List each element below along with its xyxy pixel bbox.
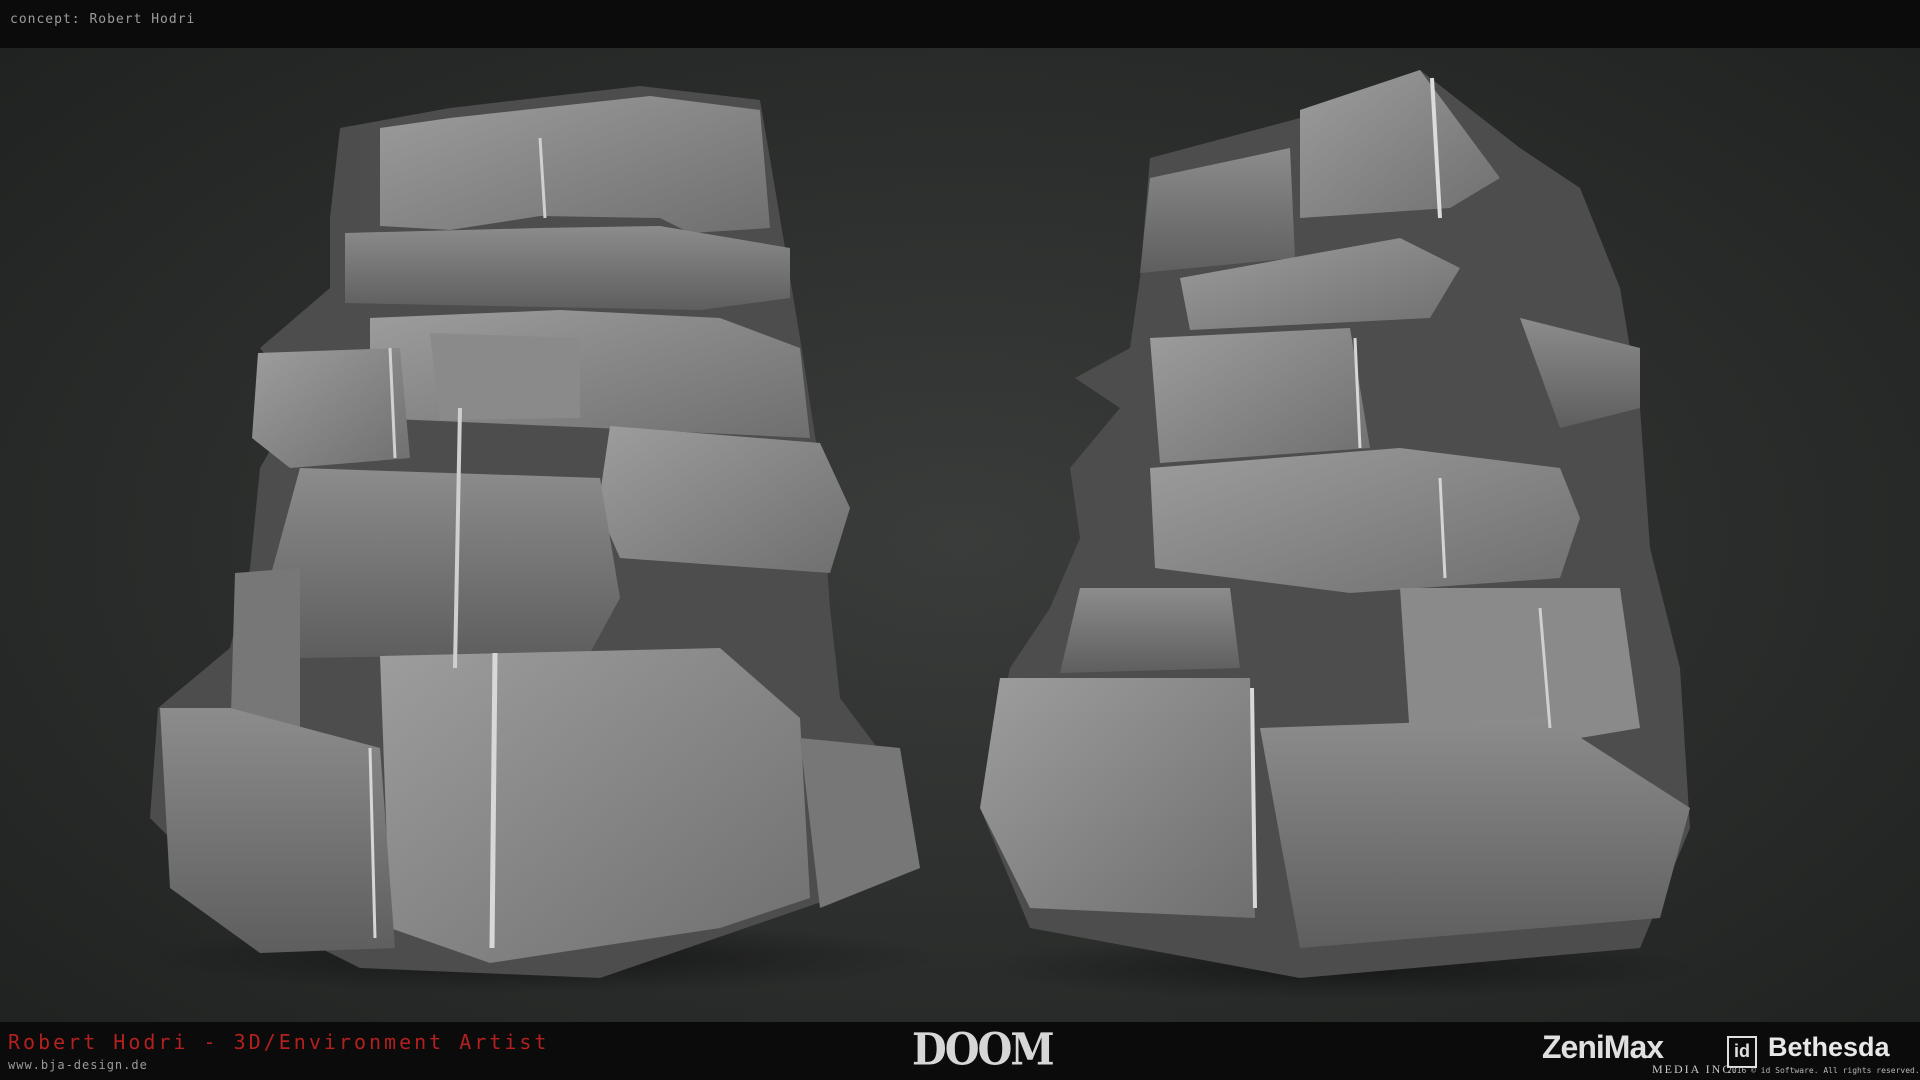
zenimax-subtitle: MEDIA INC. bbox=[1652, 1062, 1738, 1076]
publisher-logos: ZeniMax MEDIA INC. id Bethesda 2016 © id… bbox=[1540, 1026, 1920, 1080]
portfolio-render-page: concept: Robert Hodri Robert Hodri - 3D/… bbox=[0, 0, 1920, 1080]
id-software-logo: id bbox=[1727, 1036, 1757, 1068]
concept-credit: concept: Robert Hodri bbox=[10, 12, 196, 27]
artist-title: Robert Hodri - 3D/Environment Artist bbox=[8, 1030, 550, 1054]
zenimax-logo: ZeniMax bbox=[1542, 1029, 1664, 1065]
top-bar: concept: Robert Hodri bbox=[0, 0, 1920, 48]
copyright-notice: 2016 © id Software. All rights reserved. bbox=[1727, 1066, 1920, 1075]
website-link[interactable]: www.bja-design.de bbox=[8, 1058, 148, 1072]
stone-pillar-renders bbox=[140, 70, 1700, 1000]
stone-pillar-left bbox=[140, 86, 940, 993]
stone-pillar-right bbox=[980, 70, 1700, 1000]
bottom-bar: Robert Hodri - 3D/Environment Artist www… bbox=[0, 1022, 1920, 1080]
doom-logo: DOOM bbox=[912, 1023, 1055, 1076]
bethesda-logo: Bethesda bbox=[1768, 1032, 1890, 1062]
